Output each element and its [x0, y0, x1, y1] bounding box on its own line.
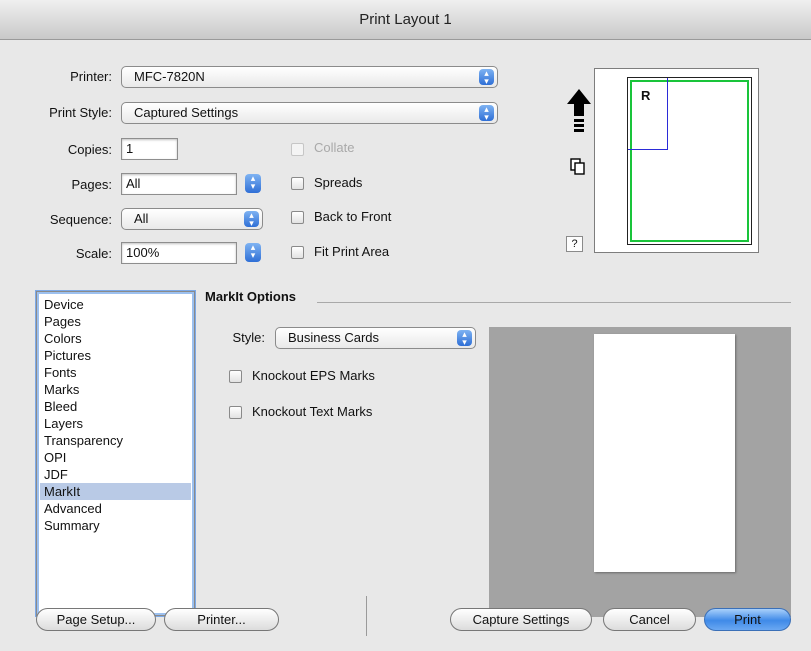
list-item-marks[interactable]: Marks — [40, 381, 191, 398]
help-button[interactable]: ? — [566, 236, 583, 252]
list-item-bleed[interactable]: Bleed — [40, 398, 191, 415]
popup-arrows-icon: ▴ ▾ — [457, 330, 472, 347]
list-item-pictures[interactable]: Pictures — [40, 347, 191, 364]
button-separator — [366, 596, 367, 636]
style-label: Style: — [232, 330, 265, 345]
page-setup-button[interactable]: Page Setup... — [36, 608, 156, 631]
spreads-label[interactable]: Spreads — [314, 175, 362, 190]
printer-label: Printer: — [70, 69, 112, 84]
copy-pages-icon — [570, 158, 585, 175]
list-item-fonts[interactable]: Fonts — [40, 364, 191, 381]
print-style-value: Captured Settings — [134, 105, 239, 120]
list-item-pages[interactable]: Pages — [40, 313, 191, 330]
list-item-jdf[interactable]: JDF — [40, 466, 191, 483]
paper-outline: R — [627, 77, 752, 245]
collate-label: Collate — [314, 140, 355, 155]
page-letter: R — [641, 88, 651, 103]
list-item-opi[interactable]: OPI — [40, 449, 191, 466]
panel-list[interactable]: Device Pages Colors Pictures Fonts Marks… — [36, 291, 195, 616]
pages-field[interactable]: All — [121, 173, 237, 195]
copies-field[interactable]: 1 — [121, 138, 178, 160]
popup-arrows-icon: ▴ ▾ — [244, 211, 259, 228]
markit-preview — [489, 327, 791, 617]
sequence-value: All — [134, 211, 149, 226]
print-button[interactable]: Print — [704, 608, 791, 631]
group-divider — [317, 302, 791, 303]
popup-arrows-icon: ▴ ▾ — [479, 105, 494, 122]
style-popup[interactable]: Business Cards ▴ ▾ — [275, 327, 476, 349]
scale-label: Scale: — [75, 246, 112, 261]
page-preview: R — [594, 68, 759, 253]
window-title: Print Layout 1 — [359, 11, 452, 28]
knockout-eps-label[interactable]: Knockout EPS Marks — [252, 368, 375, 383]
scale-stepper-icon[interactable]: ▴ ▾ — [245, 243, 261, 262]
page-region: R — [628, 78, 668, 150]
pages-stepper-icon[interactable]: ▴ ▾ — [245, 174, 261, 193]
print-style-popup[interactable]: Captured Settings ▴ ▾ — [121, 102, 498, 124]
list-item-transparency[interactable]: Transparency — [40, 432, 191, 449]
collate-checkbox — [291, 143, 304, 156]
fit-print-area-label[interactable]: Fit Print Area — [314, 244, 389, 259]
back-to-front-label[interactable]: Back to Front — [314, 209, 391, 224]
popup-arrows-icon: ▴ ▾ — [479, 69, 494, 86]
knockout-text-checkbox[interactable] — [229, 406, 242, 419]
feed-direction-arrow-icon — [567, 89, 591, 132]
copies-label: Copies: — [67, 142, 112, 157]
title-bar: Print Layout 1 — [0, 0, 811, 40]
dialog-content: Printer: MFC-7820N ▴ ▾ Print Style: Captu… — [0, 40, 811, 651]
list-item-layers[interactable]: Layers — [40, 415, 191, 432]
markit-options-title: MarkIt Options — [205, 289, 297, 304]
printer-value: MFC-7820N — [134, 69, 205, 84]
sequence-label: Sequence: — [49, 212, 112, 227]
printer-popup[interactable]: MFC-7820N ▴ ▾ — [121, 66, 498, 88]
style-value: Business Cards — [288, 330, 380, 345]
sequence-popup[interactable]: All ▴ ▾ — [121, 208, 263, 230]
list-item-summary[interactable]: Summary — [40, 517, 191, 534]
capture-settings-button[interactable]: Capture Settings — [450, 608, 592, 631]
cancel-button[interactable]: Cancel — [603, 608, 696, 631]
scale-field[interactable]: 100% — [121, 242, 237, 264]
list-item-device[interactable]: Device — [40, 296, 191, 313]
list-item-colors[interactable]: Colors — [40, 330, 191, 347]
knockout-text-label[interactable]: Knockout Text Marks — [252, 404, 372, 419]
print-style-label: Print Style: — [49, 105, 112, 120]
back-to-front-checkbox[interactable] — [291, 211, 304, 224]
list-item-markit[interactable]: MarkIt — [40, 483, 191, 500]
spreads-checkbox[interactable] — [291, 177, 304, 190]
pages-label: Pages: — [71, 177, 112, 192]
list-item-advanced[interactable]: Advanced — [40, 500, 191, 517]
printer-button[interactable]: Printer... — [164, 608, 279, 631]
knockout-eps-checkbox[interactable] — [229, 370, 242, 383]
fit-print-area-checkbox[interactable] — [291, 246, 304, 259]
business-card-preview — [594, 334, 735, 572]
